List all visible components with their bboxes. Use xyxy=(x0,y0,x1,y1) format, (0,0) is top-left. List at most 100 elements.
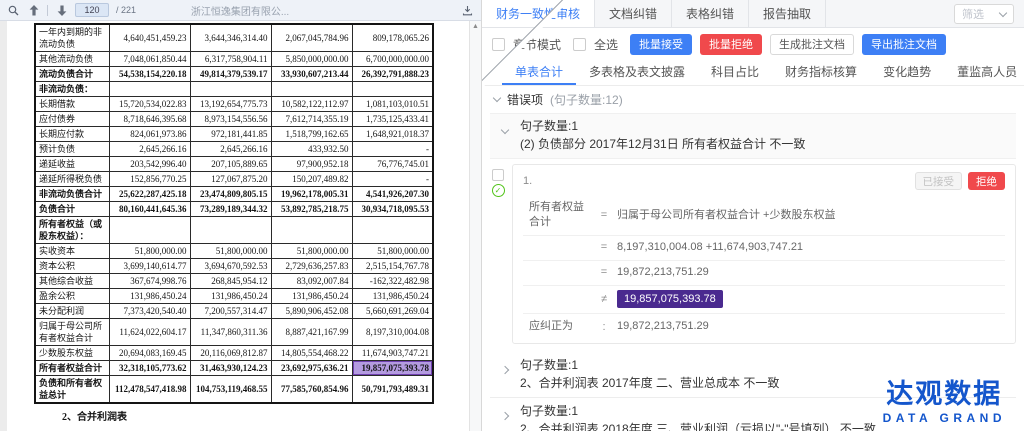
scroll-up-arrow[interactable]: ▲ xyxy=(470,21,481,33)
cell-col1: 824,061,973.86 xyxy=(109,127,190,142)
table-row: 非流动负债： xyxy=(35,82,433,97)
top-tab[interactable]: 表格纠错 xyxy=(672,0,749,27)
correction-row: 应纠正为 : 19,872,213,751.29 xyxy=(523,313,1005,337)
cell-col2: 268,845,954.12 xyxy=(190,274,271,289)
row-label: 流动负债合计 xyxy=(35,67,109,82)
document-title: 浙江恒逸集团有限公... xyxy=(150,3,330,18)
select-all-label[interactable]: 全选 xyxy=(594,36,618,53)
formula-lhs: 所有者权益合计 xyxy=(529,200,591,230)
cell-col3 xyxy=(271,217,352,244)
cell-col1: 4,640,451,459.23 xyxy=(109,24,190,52)
batch-reject-button[interactable]: 批量拒绝 xyxy=(700,34,762,55)
cell-col1: 367,674,998.76 xyxy=(109,274,190,289)
cell-col4: 131,986,450.24 xyxy=(352,289,433,304)
cell-col4: 76,776,745.01 xyxy=(352,157,433,172)
row-label: 长期应付款 xyxy=(35,127,109,142)
group-sentence-count: 句子数量:1 xyxy=(520,119,1006,135)
formula-operator: ≠ xyxy=(591,293,617,305)
subtabs-scroll-left[interactable] xyxy=(484,60,502,85)
filter-select[interactable]: 筛选 xyxy=(954,4,1014,24)
cell-col1: 131,986,450.24 xyxy=(109,289,190,304)
formula-row: 所有者权益合计 = 归属于母公司所有者权益合计 +少数股东权益 xyxy=(523,196,1005,235)
audit-panel: 财务一致性审核 文档纠错 表格纠错 报告抽取 筛选 xyxy=(482,0,1024,431)
search-icon[interactable] xyxy=(7,4,20,17)
pdf-page: 一年内到期的非流动负债 4,640,451,459.23 3,644,346,3… xyxy=(0,21,481,431)
error-item-number: 1. xyxy=(523,175,532,187)
group-title: 2、合并利润表 2018年度 三、营业利润（亏损以"-"号填列） 不一致 xyxy=(520,422,1006,431)
error-section-header[interactable]: 错误项 (句子数量:12) xyxy=(482,86,1024,111)
sub-tab[interactable]: 科目占比 xyxy=(698,60,772,85)
reject-button[interactable]: 拒绝 xyxy=(968,172,1005,190)
cell-col1: 3,699,140,614.77 xyxy=(109,259,190,274)
pdf-scrollbar[interactable]: ▲ xyxy=(469,21,481,431)
sub-tab-bar: 单表合计 多表格及表文披露 科目占比 财务指标核算 变化 xyxy=(482,60,1024,86)
cell-col2: 8,973,154,556.56 xyxy=(190,112,271,127)
page-number-input[interactable] xyxy=(75,3,109,17)
error-group-collapsed[interactable]: 句子数量:1 2、合并利润表 2017年度 二、营业总成本 不一致 xyxy=(490,352,1016,398)
export-annotated-doc-button[interactable]: 导出批注文档 xyxy=(862,34,946,55)
cell-col4: - xyxy=(352,142,433,157)
sub-tab[interactable]: 变化趋势 xyxy=(870,60,944,85)
top-tab-label: 财务一致性审核 xyxy=(496,5,580,22)
cell-col2 xyxy=(190,82,271,97)
cell-col2: 73,289,189,344.32 xyxy=(190,202,271,217)
cell-col3: 8,887,421,167.99 xyxy=(271,319,352,346)
formula-operator: = xyxy=(591,266,617,278)
table-row: 流动负债合计 54,538,154,220.18 49,814,379,539.… xyxy=(35,67,433,82)
cell-col2: 207,105,889.65 xyxy=(190,157,271,172)
cell-col1: 32,318,105,773.62 xyxy=(109,361,190,376)
page-up-icon[interactable] xyxy=(27,4,40,17)
cell-col3 xyxy=(271,82,352,97)
cell-col2: 2,645,266.16 xyxy=(190,142,271,157)
select-all-checkbox[interactable] xyxy=(573,38,586,51)
table-row: 所有者权益（或股东权益）： xyxy=(35,217,433,244)
top-tab-label: 报告抽取 xyxy=(763,5,811,22)
cell-col1: 15,720,534,022.83 xyxy=(109,97,190,112)
top-tab[interactable]: 文档纠错 xyxy=(595,0,672,27)
cell-col1 xyxy=(109,82,190,97)
error-item-checkbox[interactable] xyxy=(492,169,504,181)
app-root: / 221 浙江恒逸集团有限公... 一年内到期的非流动负债 4,640,451… xyxy=(0,0,1024,431)
sub-tab[interactable]: 董监高人员 xyxy=(944,60,1024,85)
cell-col1 xyxy=(109,217,190,244)
page-down-icon[interactable] xyxy=(55,4,68,17)
chevron-down-icon xyxy=(999,8,1007,16)
row-label: 盈余公积 xyxy=(35,289,109,304)
error-group-collapsed[interactable]: 句子数量:1 2、合并利润表 2018年度 三、营业利润（亏损以"-"号填列） … xyxy=(490,398,1016,431)
card-header: 1. 已接受 拒绝 xyxy=(523,172,1005,190)
row-label: 其他流动负债 xyxy=(35,52,109,67)
cell-col2: 20,116,069,812.87 xyxy=(190,346,271,361)
cell-col1: 2,645,266.16 xyxy=(109,142,190,157)
pdf-page-margin xyxy=(0,21,7,431)
cell-col1: 51,800,000.00 xyxy=(109,244,190,259)
top-tab[interactable]: 报告抽取 xyxy=(749,0,826,27)
formula-operator: = xyxy=(591,209,617,221)
download-icon[interactable] xyxy=(461,4,474,17)
generate-annotated-doc-button[interactable]: 生成批注文档 xyxy=(770,34,854,55)
row-label: 递延收益 xyxy=(35,157,109,172)
accepted-button[interactable]: 已接受 xyxy=(915,172,963,190)
accepted-check-icon: ✓ xyxy=(492,184,505,197)
correction-label: 应纠正为 xyxy=(529,319,591,334)
batch-accept-button[interactable]: 批量接受 xyxy=(630,34,692,55)
row-label: 负债合计 xyxy=(35,202,109,217)
cell-col4: 5,660,691,269.04 xyxy=(352,304,433,319)
cell-col2: 3,644,346,314.40 xyxy=(190,24,271,52)
sub-tab[interactable]: 单表合计 xyxy=(502,60,576,85)
pdf-viewer-pane: / 221 浙江恒逸集团有限公... 一年内到期的非流动负债 4,640,451… xyxy=(0,0,482,431)
cell-col2: 11,347,860,311.36 xyxy=(190,319,271,346)
table-row: 其他综合收益 367,674,998.76 268,845,954.12 83,… xyxy=(35,274,433,289)
table-row: 归属于母公司所有者权益合计 11,624,022,604.17 11,347,8… xyxy=(35,319,433,346)
cell-col1: 112,478,547,418.98 xyxy=(109,376,190,404)
row-label: 递延所得税负债 xyxy=(35,172,109,187)
cell-col1: 152,856,770.25 xyxy=(109,172,190,187)
row-label: 少数股东权益 xyxy=(35,346,109,361)
cell-col3: 10,582,122,112.97 xyxy=(271,97,352,112)
sub-tab[interactable]: 财务指标核算 xyxy=(772,60,870,85)
error-group-expanded[interactable]: 句子数量:1 (2) 负债部分 2017年12月31日 所有者权益合计 不一致 xyxy=(490,113,1016,159)
sub-tab[interactable]: 多表格及表文披露 xyxy=(576,60,698,85)
cell-col2: 131,986,450.24 xyxy=(190,289,271,304)
chapter-mode-checkbox[interactable] xyxy=(492,38,505,51)
table-row: 长期借款 15,720,534,022.83 13,192,654,775.73… xyxy=(35,97,433,112)
formula-rows: 所有者权益合计 = 归属于母公司所有者权益合计 +少数股东权益 = 8,197,… xyxy=(523,196,1005,313)
